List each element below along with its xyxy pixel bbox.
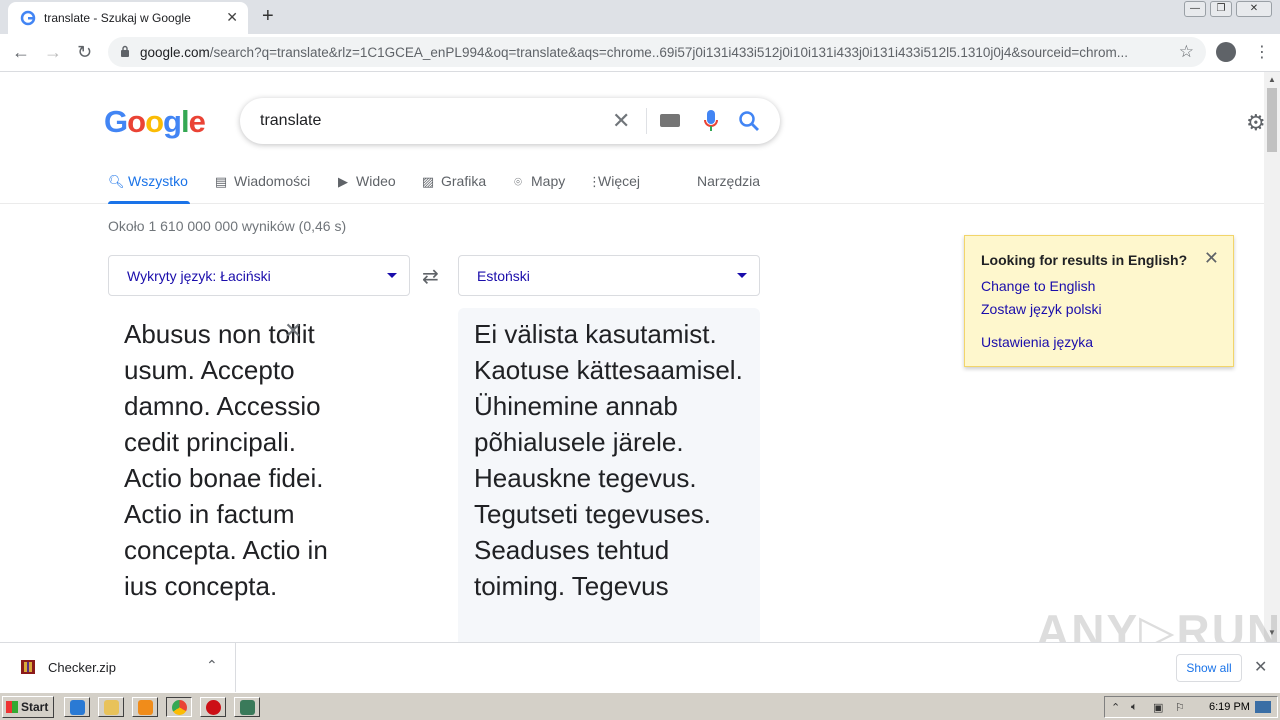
google-logo[interactable]: Google (104, 104, 206, 140)
show-all-button[interactable]: Show all (1176, 654, 1242, 682)
tab-maps[interactable]: ⌾ Mapy (511, 173, 565, 190)
tab-strip: translate - Szukaj w Google ✕ + — ❐ ✕ (0, 0, 1280, 34)
reload-button[interactable]: ↻ (77, 42, 92, 62)
clear-source-icon[interactable]: ✕ (284, 318, 302, 344)
more-vert-icon: ⋮ (588, 174, 601, 189)
profile-avatar[interactable] (1216, 42, 1236, 62)
volume-icon[interactable]: 🔈︎ (1131, 701, 1138, 714)
clock[interactable]: 6:19 PM (1209, 701, 1250, 713)
search-results-page: Google translate ✕ ⚙ 🔍︎ Wszystko ▤ Wiadomo… (0, 72, 1264, 642)
video-icon: ▶ (338, 174, 348, 189)
scrollbar-thumb[interactable] (1267, 88, 1277, 152)
media-launch-button[interactable] (132, 697, 158, 717)
app-icon (240, 700, 255, 715)
change-to-english-link[interactable]: Change to English (981, 278, 1095, 294)
downloads-bar: Checker.zip ⌃ Show all ✕ (0, 642, 1280, 693)
active-tab-indicator (108, 201, 190, 204)
lock-icon (121, 45, 129, 57)
start-button[interactable]: Start (2, 696, 54, 718)
opera-taskbar-button[interactable] (200, 697, 226, 717)
address-bar[interactable]: google.com/search?q=translate&rlz=1C1GCE… (108, 37, 1206, 67)
source-text-panel[interactable]: Abusus non tollit usum. Accepto damno. A… (108, 308, 410, 642)
chrome-taskbar-button[interactable] (166, 697, 192, 717)
tray-expand-icon[interactable]: ⌃ (1111, 701, 1120, 714)
archive-icon (21, 660, 35, 674)
app-taskbar-button[interactable] (234, 697, 260, 717)
result-stats: Około 1 610 000 000 wyników (0,46 s) (108, 218, 347, 234)
close-downloads-icon[interactable]: ✕ (1254, 657, 1267, 677)
chrome-menu-icon[interactable]: ⋮ (1254, 42, 1270, 62)
chrome-icon (172, 700, 187, 715)
search-icon: 🔍︎ (108, 174, 125, 189)
page-scrollbar[interactable]: ▲ ▼ (1264, 72, 1280, 642)
target-text-panel: Ei välista kasutamist. Kaotuse kättesaam… (458, 308, 760, 642)
download-filename: Checker.zip (48, 660, 116, 675)
chevron-down-icon (387, 273, 397, 278)
media-player-icon (138, 700, 153, 715)
source-language-label: Wykryty język: Łaciński (127, 268, 271, 284)
tab-more[interactable]: ⋮Więcej (588, 173, 640, 190)
gear-icon[interactable]: ⚙ (1246, 110, 1264, 136)
language-suggestion-popup: Looking for results in English? ✕ Change… (964, 235, 1234, 367)
popup-heading: Looking for results in English? (981, 252, 1188, 268)
keep-polish-link[interactable]: Zostaw język polski (981, 301, 1102, 317)
target-language-label: Estoński (477, 268, 530, 284)
tab-images[interactable]: ▨ Grafika (421, 173, 486, 190)
browser-toolbar: ← → ↻ google.com/search?q=translate&rlz=… (0, 34, 1280, 72)
maximize-button[interactable]: ❐ (1210, 1, 1232, 17)
explorer-launch-button[interactable] (98, 697, 124, 717)
source-language-select[interactable]: Wykryty język: Łaciński (108, 255, 410, 296)
keyboard-icon[interactable] (660, 114, 680, 127)
opera-icon (206, 700, 221, 715)
windows-logo-icon (6, 701, 18, 713)
tab-close-icon[interactable]: ✕ (226, 9, 238, 26)
search-input[interactable]: translate (260, 112, 321, 130)
window-close-button[interactable]: ✕ (1236, 1, 1272, 17)
flag-icon[interactable]: ⚐ (1175, 701, 1185, 714)
map-pin-icon: ⌾ (514, 174, 522, 189)
language-settings-link[interactable]: Ustawienia języka (981, 334, 1093, 350)
swap-languages-icon[interactable]: ⇄ (422, 264, 439, 289)
download-item[interactable]: Checker.zip ⌃ (0, 643, 236, 693)
image-icon: ▨ (421, 174, 435, 189)
chevron-up-icon[interactable]: ⌃ (206, 657, 218, 674)
back-button[interactable]: ← (12, 42, 30, 62)
minimize-button[interactable]: — (1184, 1, 1206, 17)
scroll-up-icon[interactable]: ▲ (1268, 75, 1276, 84)
url-host: google.com (140, 45, 210, 60)
chevron-down-icon (737, 273, 747, 278)
search-icon[interactable] (738, 110, 760, 132)
source-text[interactable]: Abusus non tollit usum. Accepto damno. A… (124, 316, 354, 604)
folder-icon (104, 700, 119, 715)
microphone-icon[interactable] (704, 109, 718, 133)
tab-all[interactable]: 🔍︎ Wszystko (108, 173, 188, 190)
google-favicon-icon (20, 10, 36, 26)
network-icon[interactable]: ▣ (1153, 701, 1163, 714)
show-desktop-icon[interactable] (1255, 701, 1271, 713)
browser-tab[interactable]: translate - Szukaj w Google ✕ (8, 2, 248, 34)
search-box[interactable]: translate ✕ (240, 98, 780, 144)
bookmark-star-icon[interactable]: ☆ (1179, 42, 1194, 62)
tab-news[interactable]: ▤ Wiadomości (214, 173, 310, 190)
system-tray: ⌃ 🔈︎ ▣ ⚐ 6:19 PM (1104, 696, 1278, 718)
tab-tools[interactable]: Narzędzia (697, 173, 760, 189)
new-tab-button[interactable]: + (262, 6, 274, 26)
ie-launch-button[interactable] (64, 697, 90, 717)
ie-icon (70, 700, 85, 715)
search-tabs: 🔍︎ Wszystko ▤ Wiadomości ▶ Wideo ▨ Grafika ⌾… (0, 168, 1264, 204)
url-path: /search?q=translate&rlz=1C1GCEA_enPL994&… (209, 45, 1129, 60)
news-icon: ▤ (214, 174, 228, 189)
tab-title: translate - Szukaj w Google (44, 11, 191, 25)
search-divider (646, 108, 647, 134)
translated-text: Ei välista kasutamist. Kaotuse kättesaam… (474, 319, 743, 601)
target-language-select[interactable]: Estoński (458, 255, 760, 296)
popup-close-icon[interactable]: ✕ (1204, 248, 1219, 269)
tab-video[interactable]: ▶ Wideo (336, 173, 396, 190)
clear-search-icon[interactable]: ✕ (612, 108, 630, 134)
forward-button[interactable]: → (44, 42, 62, 62)
windows-taskbar: Start ⌃ 🔈︎ ▣ ⚐ 6:19 PM (0, 692, 1280, 720)
